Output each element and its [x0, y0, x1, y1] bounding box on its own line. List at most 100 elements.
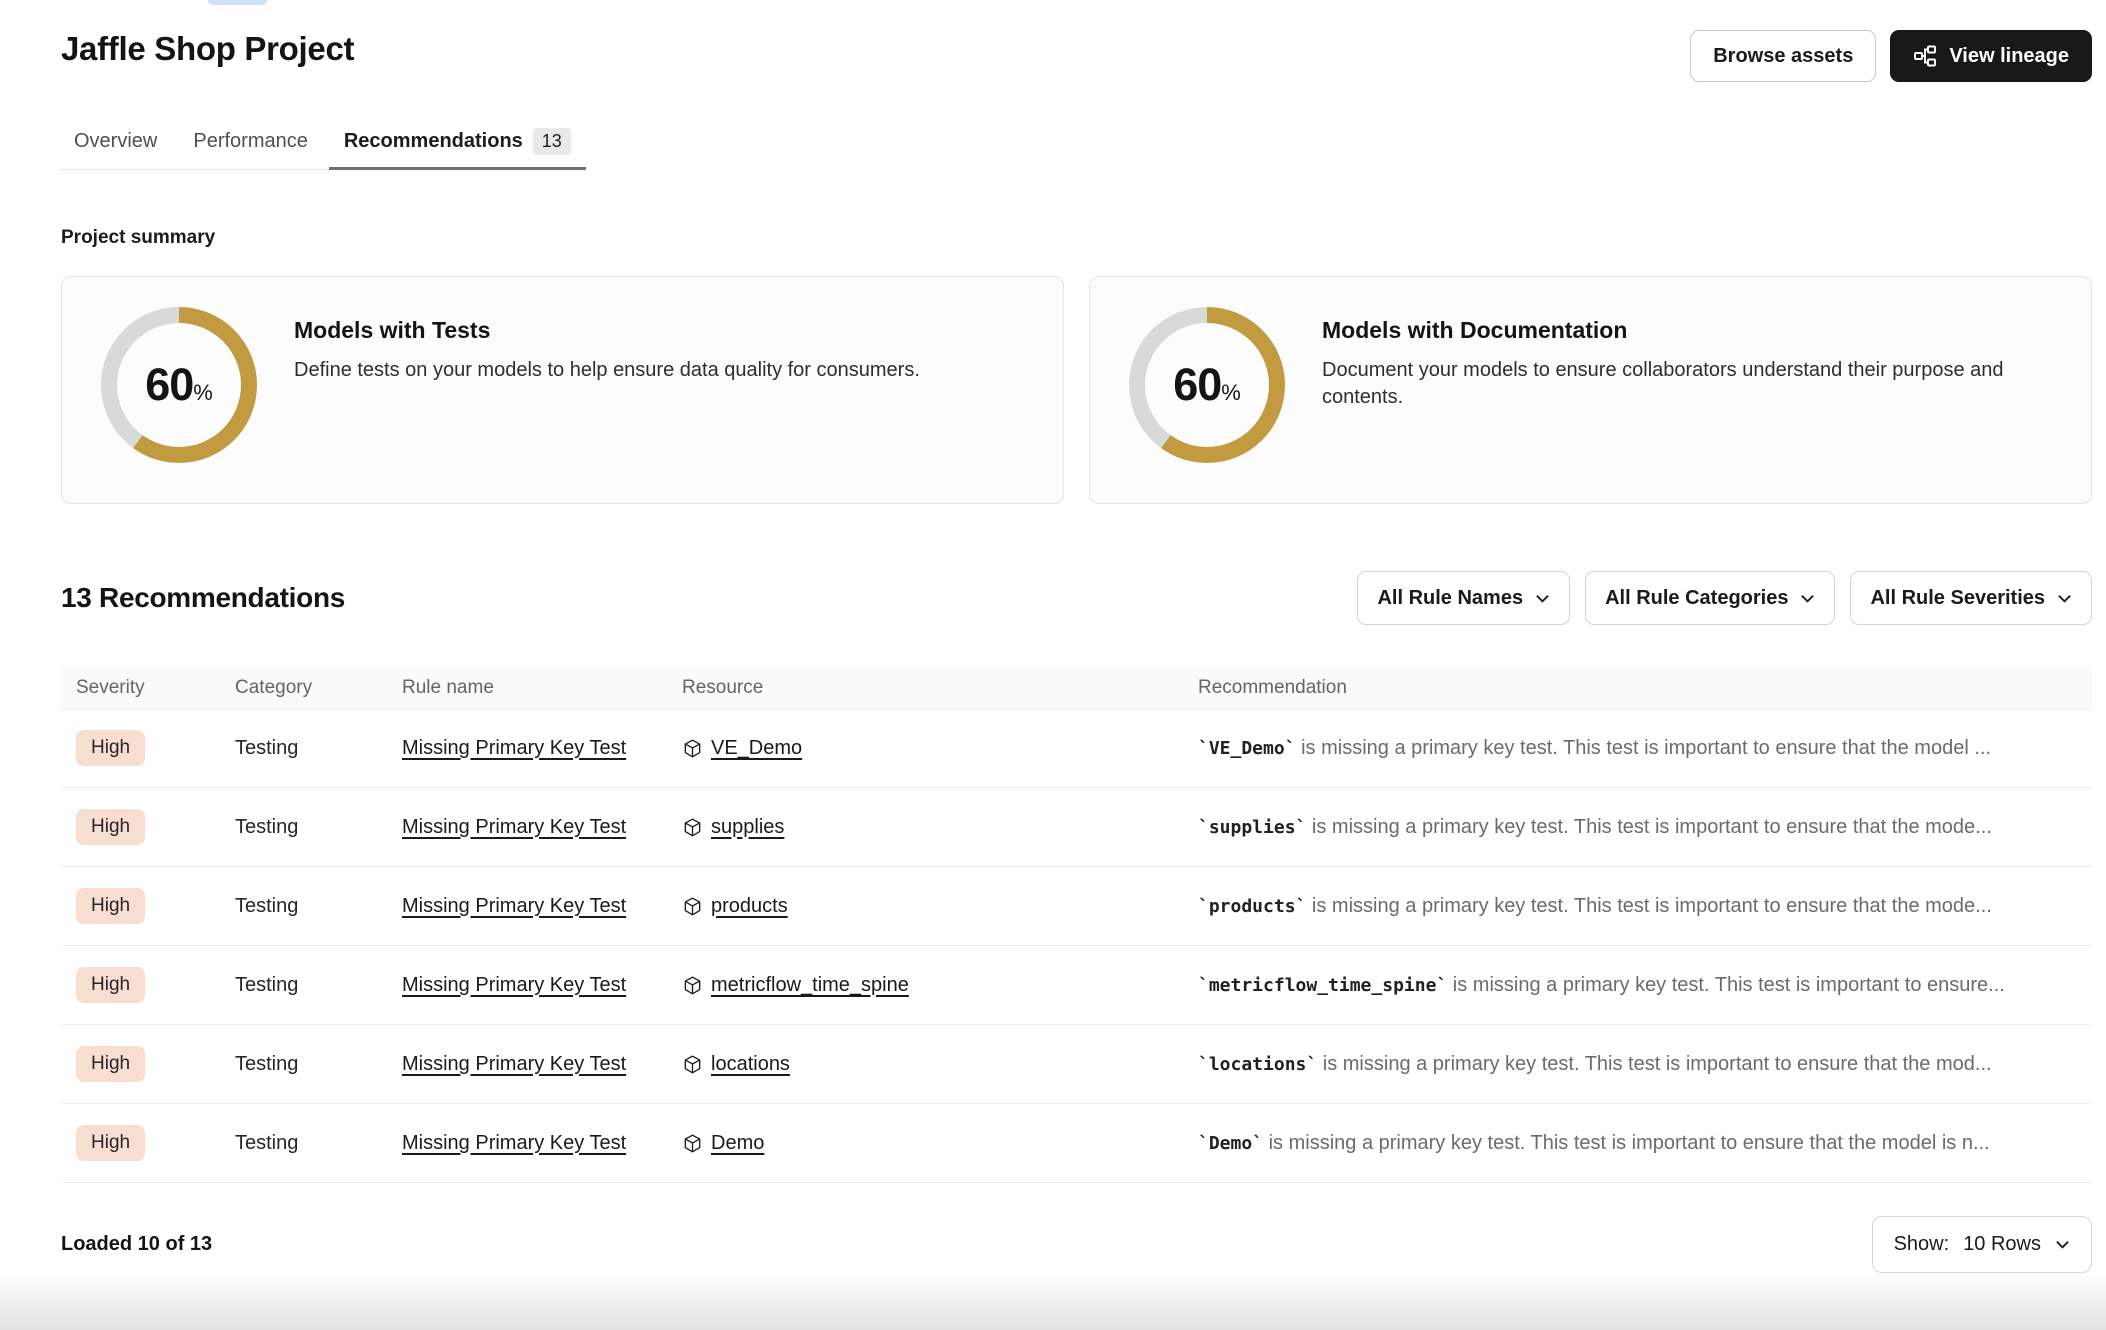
recommendation-text: is missing a primary key test. This test… — [1296, 737, 1991, 759]
tests-donut-chart: 60 % — [101, 307, 257, 463]
column-header-severity: Severity — [61, 677, 235, 699]
card-models-with-tests: 60 % Models with Tests Define tests on y… — [61, 276, 1064, 504]
resource-link[interactable]: supplies — [711, 816, 784, 839]
tab-bar: Overview Performance Recommendations 13 — [59, 128, 586, 170]
column-header-rule-name: Rule name — [402, 677, 682, 699]
filter-rule-names-label: All Rule Names — [1377, 587, 1523, 610]
resource-link[interactable]: metricflow_time_spine — [711, 974, 909, 997]
filter-rule-categories-label: All Rule Categories — [1605, 587, 1788, 610]
recommendation-text: is missing a primary key test. This test… — [1447, 974, 2005, 996]
rule-name-link[interactable]: Missing Primary Key Test — [402, 974, 626, 996]
docs-card-description: Document your models to ensure collabora… — [1322, 357, 2052, 411]
recommendation-text: is missing a primary key test. This test… — [1306, 816, 1991, 838]
table-row: High Testing Missing Primary Key Test lo… — [61, 1025, 2092, 1104]
recommendations-heading: 13 Recommendations — [61, 582, 345, 614]
tab-overview-label: Overview — [74, 130, 157, 153]
browse-assets-button[interactable]: Browse assets — [1690, 30, 1876, 82]
project-page: Jaffle Shop Project Browse assets View l… — [0, 0, 2106, 1330]
view-lineage-label: View lineage — [1949, 45, 2069, 68]
recommendation-text: is missing a primary key test. This test… — [1306, 895, 1991, 917]
rows-per-page-dropdown[interactable]: Show: 10 Rows — [1872, 1216, 2092, 1273]
rule-name-link[interactable]: Missing Primary Key Test — [402, 895, 626, 917]
resource-link[interactable]: locations — [711, 1053, 790, 1076]
show-value: 10 Rows — [1963, 1233, 2041, 1256]
rule-name-link[interactable]: Missing Primary Key Test — [402, 1132, 626, 1154]
recommendation-code: `metricflow_time_spine` — [1198, 975, 1447, 996]
category-cell: Testing — [235, 1132, 298, 1154]
table-row: High Testing Missing Primary Key Test me… — [61, 946, 2092, 1025]
table-header-row: Severity Category Rule name Resource Rec… — [61, 667, 2092, 709]
severity-badge: High — [76, 888, 145, 924]
chevron-down-icon — [2057, 594, 2072, 603]
recommendations-count-badge: 13 — [533, 128, 571, 155]
model-cube-icon — [682, 738, 703, 759]
model-cube-icon — [682, 975, 703, 996]
recommendation-code: `supplies` — [1198, 817, 1306, 838]
resource-link[interactable]: VE_Demo — [711, 737, 802, 760]
filter-rule-categories[interactable]: All Rule Categories — [1585, 571, 1835, 625]
table-row: High Testing Missing Primary Key Test VE… — [61, 709, 2092, 788]
recommendation-code: `products` — [1198, 896, 1306, 917]
filter-rule-severities-label: All Rule Severities — [1870, 587, 2045, 610]
recommendation-code: `Demo` — [1198, 1133, 1263, 1154]
resource-link[interactable]: products — [711, 895, 788, 918]
view-lineage-button[interactable]: View lineage — [1890, 30, 2092, 82]
recommendation-text: is missing a primary key test. This test… — [1317, 1053, 1991, 1075]
chevron-down-icon — [2055, 1240, 2070, 1249]
bottom-fade-gradient — [0, 1272, 2106, 1330]
recommendations-table: Severity Category Rule name Resource Rec… — [61, 667, 2092, 1183]
filter-rule-names[interactable]: All Rule Names — [1357, 571, 1570, 625]
recommendation-text: is missing a primary key test. This test… — [1263, 1132, 1990, 1154]
rule-name-link[interactable]: Missing Primary Key Test — [402, 1053, 626, 1075]
column-header-recommendation: Recommendation — [1198, 677, 2092, 699]
docs-percent-value: 60 — [1173, 359, 1221, 411]
project-summary-label: Project summary — [61, 227, 2092, 249]
page-title: Jaffle Shop Project — [61, 30, 354, 68]
rule-name-link[interactable]: Missing Primary Key Test — [402, 816, 626, 838]
resource-link[interactable]: Demo — [711, 1132, 764, 1155]
column-header-category: Category — [235, 677, 402, 699]
tests-card-description: Define tests on your models to help ensu… — [294, 357, 920, 384]
chevron-down-icon — [1800, 594, 1815, 603]
tests-percent-sign: % — [193, 380, 213, 406]
lineage-icon — [1913, 44, 1937, 68]
category-cell: Testing — [235, 737, 298, 759]
docs-percent-sign: % — [1221, 380, 1241, 406]
browse-assets-label: Browse assets — [1713, 45, 1853, 68]
category-cell: Testing — [235, 974, 298, 996]
page-header: Jaffle Shop Project Browse assets View l… — [61, 0, 2092, 82]
severity-badge: High — [76, 967, 145, 1003]
category-cell: Testing — [235, 1053, 298, 1075]
category-cell: Testing — [235, 895, 298, 917]
model-cube-icon — [682, 896, 703, 917]
tab-recommendations[interactable]: Recommendations 13 — [329, 128, 586, 169]
category-cell: Testing — [235, 816, 298, 838]
tests-card-title: Models with Tests — [294, 317, 920, 344]
model-cube-icon — [682, 1054, 703, 1075]
tab-recommendations-label: Recommendations — [344, 130, 523, 153]
severity-badge: High — [76, 1125, 145, 1161]
severity-badge: High — [76, 809, 145, 845]
table-footer: Loaded 10 of 13 Show: 10 Rows — [61, 1216, 2092, 1273]
rule-name-link[interactable]: Missing Primary Key Test — [402, 737, 626, 759]
tab-performance[interactable]: Performance — [178, 128, 323, 169]
model-cube-icon — [682, 817, 703, 838]
tab-overview[interactable]: Overview — [59, 128, 172, 169]
column-header-resource: Resource — [682, 677, 1198, 699]
tab-performance-label: Performance — [193, 130, 308, 153]
table-row: High Testing Missing Primary Key Test De… — [61, 1104, 2092, 1183]
header-actions: Browse assets View lineage — [1690, 30, 2092, 82]
recommendations-header: 13 Recommendations All Rule Names All Ru… — [61, 571, 2092, 625]
filter-bar: All Rule Names All Rule Categories All R… — [1357, 571, 2092, 625]
table-body: High Testing Missing Primary Key Test VE… — [61, 709, 2092, 1183]
table-row: High Testing Missing Primary Key Test pr… — [61, 867, 2092, 946]
recommendation-code: `VE_Demo` — [1198, 738, 1296, 759]
show-label: Show: — [1894, 1233, 1950, 1256]
docs-donut-chart: 60 % — [1129, 307, 1285, 463]
severity-badge: High — [76, 1046, 145, 1082]
model-cube-icon — [682, 1133, 703, 1154]
card-models-with-documentation: 60 % Models with Documentation Document … — [1089, 276, 2092, 504]
filter-rule-severities[interactable]: All Rule Severities — [1850, 571, 2092, 625]
recommendation-code: `locations` — [1198, 1054, 1317, 1075]
tests-percent-value: 60 — [145, 359, 193, 411]
